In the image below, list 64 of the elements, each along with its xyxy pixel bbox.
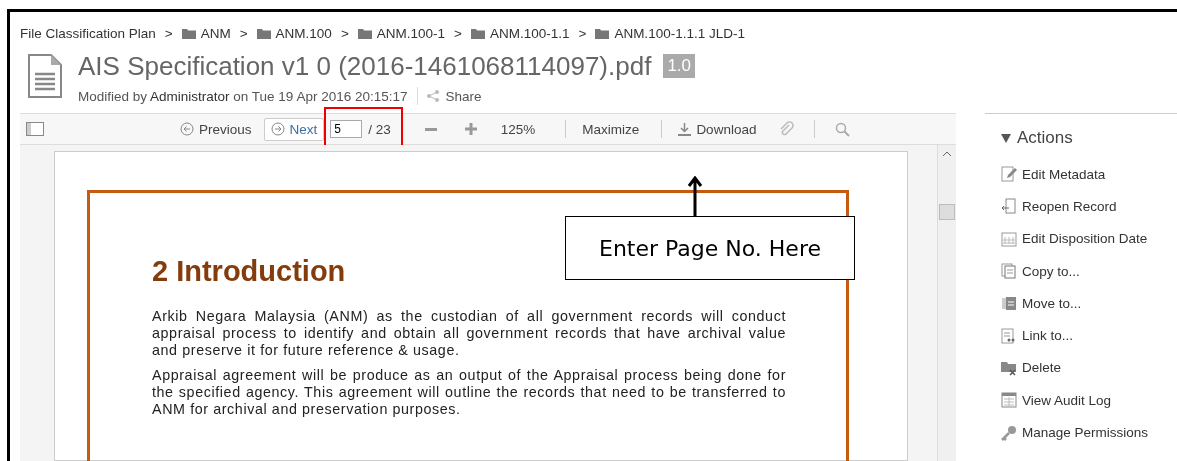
page-paragraph: Arkib Negara Malaysia (ANM) as the custodian of all government records will conduct appraisal process to identify and obtain all government records that have archival value and preserve it for future reference & usage. [152, 308, 786, 359]
folder-x-icon [1001, 359, 1017, 376]
breadcrumb-link[interactable]: ANM.100-1.1.1 JLD-1 [614, 25, 745, 41]
link-document-icon [1001, 327, 1017, 344]
document-stack-icon [1001, 295, 1017, 312]
breadcrumb-separator: > [340, 25, 349, 41]
folder-icon [595, 27, 610, 39]
action-link[interactable]: Copy to... [1001, 254, 1177, 288]
modified-info: Modified by Administrator on Tue 19 Apr 2016 20:15:17 [78, 88, 408, 104]
page-number-field[interactable]: 5 [330, 120, 363, 138]
share-link[interactable]: Share [445, 88, 482, 104]
breadcrumb-separator: > [164, 25, 173, 41]
page-heading: 2 Introduction [152, 255, 347, 288]
document-icon [28, 54, 62, 98]
copy-icon [1001, 263, 1017, 280]
action-link[interactable]: Edit Disposition Date [1001, 222, 1177, 255]
breadcrumb-link[interactable]: ANM.100-1.1 [489, 25, 570, 41]
action-link[interactable]: Edit Metadata [1001, 158, 1177, 191]
maximize-button[interactable]: Maximize [576, 118, 646, 140]
previous-button[interactable]: Previous [174, 118, 258, 140]
breadcrumb-separator: > [578, 25, 587, 41]
collapse-triangle-icon[interactable] [1001, 133, 1011, 143]
scrollbar[interactable] [937, 145, 956, 461]
folder-icon [181, 27, 196, 39]
left-arrow-circle-icon [180, 122, 194, 136]
paperclip-icon[interactable] [778, 121, 795, 137]
breadcrumb-link[interactable]: ANM.100-1 [376, 25, 446, 41]
document-title: AIS Specification v1 0 (2016-1461068114097).pdf [78, 50, 652, 82]
action-link[interactable]: Reopen Record [1001, 190, 1177, 223]
breadcrumb-link[interactable]: ANM.100 [275, 25, 332, 41]
zoom-in-icon[interactable] [464, 123, 477, 135]
download-button[interactable]: Download [672, 118, 763, 140]
calendar-icon [1001, 230, 1017, 247]
callout-box: Enter Page No. Here [565, 216, 855, 280]
folder-icon [256, 27, 271, 39]
zoom-level: 125% [500, 121, 536, 137]
breadcrumb-separator: > [239, 25, 248, 41]
document-arrow-icon [1001, 198, 1017, 215]
key-icon [1001, 424, 1017, 441]
page-paragraph: Appraisal agreement will be produce as an output of the Appraisal process being done for the specified agency. This agreement will outline the records that need to be transferred to ANM for archival and preservation purposes. [152, 367, 786, 418]
folder-icon [357, 27, 372, 39]
action-link[interactable]: Delete [1001, 351, 1177, 385]
table-icon [1001, 392, 1017, 409]
scroll-up-icon[interactable] [943, 151, 951, 156]
action-link[interactable]: View Audit Log [1001, 384, 1177, 417]
version-badge: 1.0 [663, 54, 695, 78]
breadcrumb-link[interactable]: File Classification Plan [20, 25, 156, 41]
download-icon [678, 122, 692, 136]
action-link[interactable]: Move to... [1001, 287, 1177, 320]
scroll-thumb[interactable] [939, 204, 955, 220]
sidebar-toggle-icon[interactable] [26, 122, 44, 136]
next-button[interactable]: Next [263, 117, 325, 141]
breadcrumb-link[interactable]: ANM [200, 25, 231, 41]
page-total: / 23 [368, 121, 391, 137]
pencil-icon [1001, 166, 1017, 183]
action-link[interactable]: Manage Permissions [1001, 416, 1177, 449]
share-icon[interactable] [426, 89, 441, 103]
search-icon[interactable] [835, 121, 851, 137]
action-link[interactable]: Link to... [1001, 319, 1177, 352]
right-arrow-circle-icon [270, 122, 285, 136]
actions-header[interactable]: Actions [1001, 128, 1177, 148]
up-arrow [687, 176, 703, 216]
folder-icon [470, 27, 485, 39]
breadcrumb-separator: > [454, 25, 462, 41]
